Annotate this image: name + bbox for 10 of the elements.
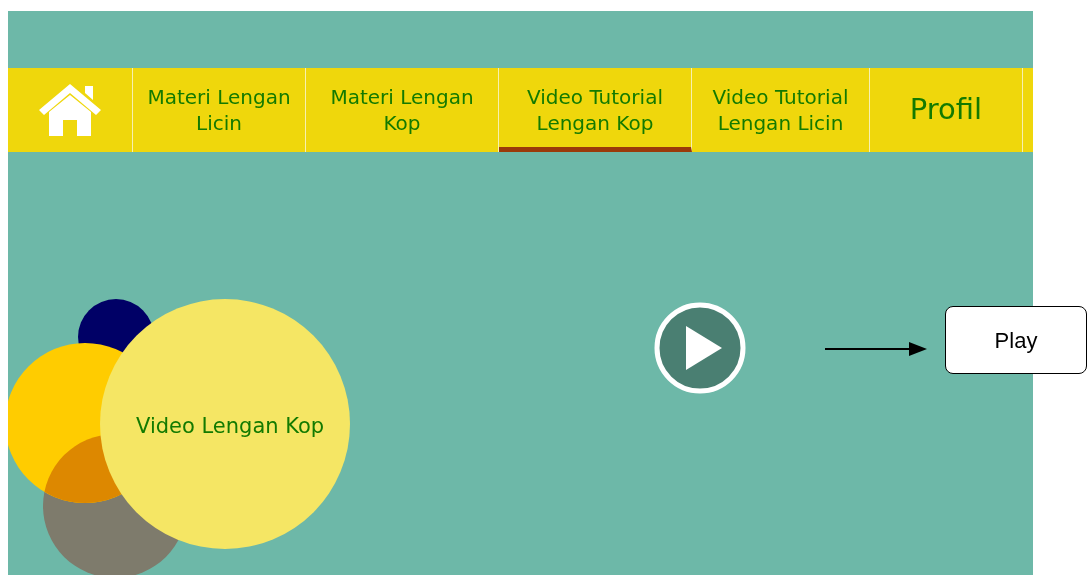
nav-tab[interactable]: Materi Lengan Licin <box>133 68 306 152</box>
nav-tab[interactable]: Video Tutorial Lengan Licin <box>692 68 870 152</box>
home-icon <box>37 82 103 138</box>
play-icon[interactable] <box>654 302 746 394</box>
play-label: Play <box>945 306 1087 374</box>
arrow-icon <box>825 340 927 358</box>
video-title: Video Lengan Kop <box>136 413 325 440</box>
nav-tab[interactable]: Profil <box>870 68 1023 152</box>
nav-tab[interactable]: Video Tutorial Lengan Kop <box>499 68 692 152</box>
nav-tab[interactable]: Materi Lengan Kop <box>306 68 499 152</box>
